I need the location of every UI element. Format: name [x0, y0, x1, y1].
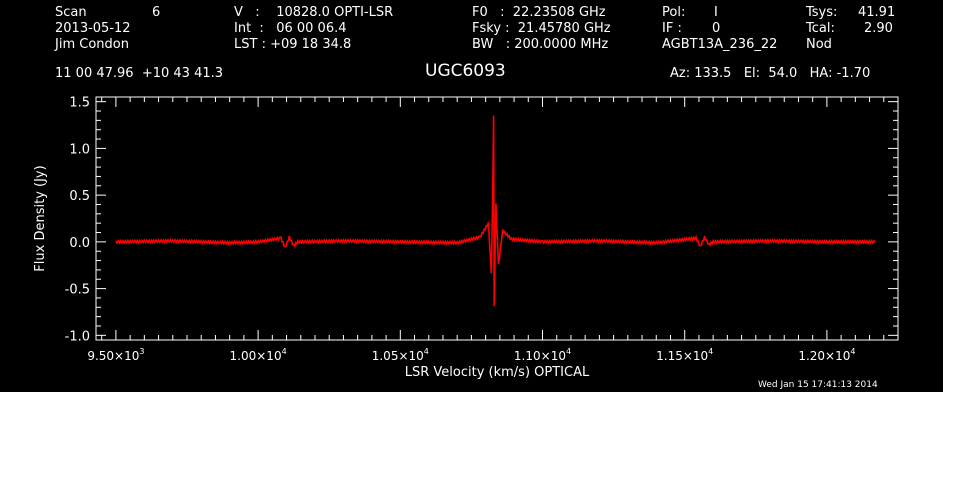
x-tick-label: 1.20×104	[798, 347, 855, 363]
x-tick-label: 1.05×104	[372, 347, 429, 363]
spectrum-chart: 9.50×103 1.00×104 1.05×104 1.10×104 1.15×104…	[33, 96, 899, 380]
y-tick-label: 1.0	[69, 142, 90, 157]
spectrum-trace	[115, 115, 876, 307]
y-axis-label: Flux Density (Jy)	[33, 165, 48, 271]
x-tick-label: 1.15×104	[656, 347, 713, 363]
x-tick-label: 1.00×104	[230, 347, 287, 363]
plot-layer: 9.50×103 1.00×104 1.05×104 1.10×104 1.15×104…	[33, 96, 899, 380]
plot-window: Scan 6 2013-05-12 Jim Condon V : 10828.0…	[0, 0, 943, 392]
x-tick-label: 1.10×104	[514, 347, 571, 363]
plot-timestamp: Wed Jan 15 17:41:13 2014	[758, 380, 878, 390]
y-tick-label: 1.5	[69, 96, 90, 111]
x-axis-label: LSR Velocity (km/s) OPTICAL	[405, 365, 590, 380]
y-tick-label: -0.5	[65, 283, 90, 298]
x-tick-label: 9.50×103	[87, 347, 144, 363]
y-tick-label: 0.5	[69, 189, 90, 204]
y-tick-label: -1.0	[65, 329, 90, 344]
y-tick-label: 0.0	[69, 236, 90, 251]
